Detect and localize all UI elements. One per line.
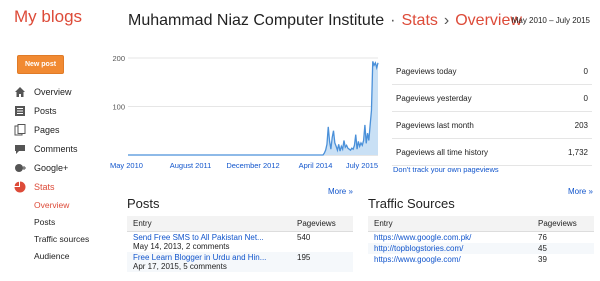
traffic-entry: https://www.google.com/: [368, 254, 532, 265]
post-entry: Send Free SMS to All Pakistan Net... May …: [127, 232, 291, 253]
subnav-audience[interactable]: Audience: [14, 247, 114, 264]
y-tick-label: 100: [112, 103, 125, 112]
table-row: http://topblogstories.com/ 45: [368, 243, 594, 254]
sidebar-item-label: Pages: [34, 124, 60, 135]
title-separator: ·: [390, 12, 396, 29]
sidebar-item-label: Posts: [34, 105, 57, 116]
dont-track-link[interactable]: Don't track your own pageviews: [393, 165, 499, 174]
stat-value: 203: [574, 120, 588, 130]
post-title-link[interactable]: Free Learn Blogger in Urdu and Hin...: [133, 253, 266, 262]
traffic-url-link[interactable]: http://topblogstories.com/: [374, 244, 463, 253]
pageview-stats: Pageviews today 0 Pageviews yesterday 0 Pa…: [392, 58, 592, 166]
page-title: Muhammad Niaz Computer Institute · Stats › O…: [128, 12, 522, 30]
traffic-entry: https://www.google.com.pk/: [368, 232, 532, 244]
stat-row: Pageviews today 0: [392, 58, 592, 85]
posts-section-title: Posts: [127, 196, 160, 211]
stat-label: Pageviews today: [396, 66, 457, 76]
comments-icon: [14, 143, 26, 155]
stat-row: Pageviews last month 203: [392, 112, 592, 139]
new-post-button[interactable]: New post: [17, 55, 64, 74]
traffic-table: Entry Pageviews https://www.google.com.p…: [368, 216, 594, 265]
posts-more-link[interactable]: More »: [328, 187, 353, 196]
col-entry: Entry: [127, 216, 291, 232]
sidebar-item-label: Comments: [34, 143, 78, 154]
x-tick-label: April 2014: [299, 161, 333, 170]
col-pageviews: Pageviews: [532, 216, 594, 232]
pageviews-chart: 100 200 May 2010 August 2011 December 2012 A…: [110, 54, 379, 170]
my-blogs-link[interactable]: My blogs: [14, 7, 82, 27]
sidebar-item-label: Google+: [34, 162, 69, 173]
sidebar-item-stats[interactable]: Stats: [14, 177, 114, 196]
traffic-more-link[interactable]: More »: [568, 187, 593, 196]
sidebar-item-overview[interactable]: Overview: [14, 82, 114, 101]
stat-row: Pageviews yesterday 0: [392, 85, 592, 112]
table-header-row: Entry Pageviews: [127, 216, 353, 232]
date-range: May 2010 – July 2015: [511, 16, 590, 25]
traffic-views: 45: [538, 244, 547, 253]
stats-icon: [14, 181, 26, 193]
x-tick-label: May 2010: [110, 161, 143, 170]
breadcrumb-stats[interactable]: Stats: [401, 12, 437, 29]
y-tick-label: 200: [112, 54, 125, 63]
table-row: https://www.google.com/ 39: [368, 254, 594, 265]
col-pageviews: Pageviews: [291, 216, 353, 232]
posts-table: Entry Pageviews Send Free SMS to All Pak…: [127, 216, 353, 272]
stat-value: 0: [583, 93, 588, 103]
traffic-url-link[interactable]: https://www.google.com.pk/: [374, 233, 471, 242]
post-meta: Apr 17, 2015, 5 comments: [133, 262, 227, 271]
sidebar-item-posts[interactable]: Posts: [14, 101, 114, 120]
post-entry: Free Learn Blogger in Urdu and Hin... Apr…: [127, 252, 291, 272]
blog-title: Muhammad Niaz Computer Institute: [128, 12, 385, 29]
post-views: 195: [297, 253, 311, 262]
stat-value: 1,732: [567, 147, 588, 157]
pages-icon: [14, 123, 26, 136]
stat-value: 0: [583, 66, 588, 76]
google-plus-icon: [14, 162, 26, 174]
posts-icon: [14, 105, 26, 117]
traffic-views: 76: [538, 233, 547, 242]
pageviews-area: [128, 61, 378, 155]
subnav-posts[interactable]: Posts: [14, 213, 114, 230]
table-row: Send Free SMS to All Pakistan Net... May …: [127, 232, 353, 253]
sidebar-item-label: Overview: [34, 86, 72, 97]
stat-label: Pageviews last month: [396, 120, 474, 130]
traffic-views: 39: [538, 255, 547, 264]
table-row: Free Learn Blogger in Urdu and Hin... Apr…: [127, 252, 353, 272]
chevron-right-icon: ›: [443, 12, 450, 29]
post-views: 540: [297, 233, 311, 242]
col-entry: Entry: [368, 216, 532, 232]
sidebar-item-pages[interactable]: Pages: [14, 120, 114, 139]
stat-label: Pageviews yesterday: [396, 93, 472, 103]
x-tick-label: August 2011: [170, 161, 212, 170]
table-row: https://www.google.com.pk/ 76: [368, 232, 594, 244]
subnav-overview[interactable]: Overview: [14, 196, 114, 213]
sidebar-item-label: Stats: [34, 181, 55, 192]
x-tick-label: July 2015: [346, 161, 378, 170]
home-icon: [14, 86, 26, 98]
traffic-section-title: Traffic Sources: [368, 196, 455, 211]
x-tick-label: December 2012: [226, 161, 279, 170]
sidebar-item-comments[interactable]: Comments: [14, 139, 114, 158]
sidebar-item-google-plus[interactable]: Google+: [14, 158, 114, 177]
stat-row: Pageviews all time history 1,732: [392, 139, 592, 166]
pageviews-line: [128, 61, 379, 156]
traffic-url-link[interactable]: https://www.google.com/: [374, 255, 461, 264]
table-header-row: Entry Pageviews: [368, 216, 594, 232]
traffic-entry: http://topblogstories.com/: [368, 243, 532, 254]
subnav-traffic-sources[interactable]: Traffic sources: [14, 230, 114, 247]
post-title-link[interactable]: Send Free SMS to All Pakistan Net...: [133, 233, 264, 242]
sidebar-nav: Overview Posts Pages Comments Google+ St…: [14, 82, 114, 264]
post-meta: May 14, 2013, 2 comments: [133, 242, 230, 251]
stat-label: Pageviews all time history: [396, 147, 489, 157]
